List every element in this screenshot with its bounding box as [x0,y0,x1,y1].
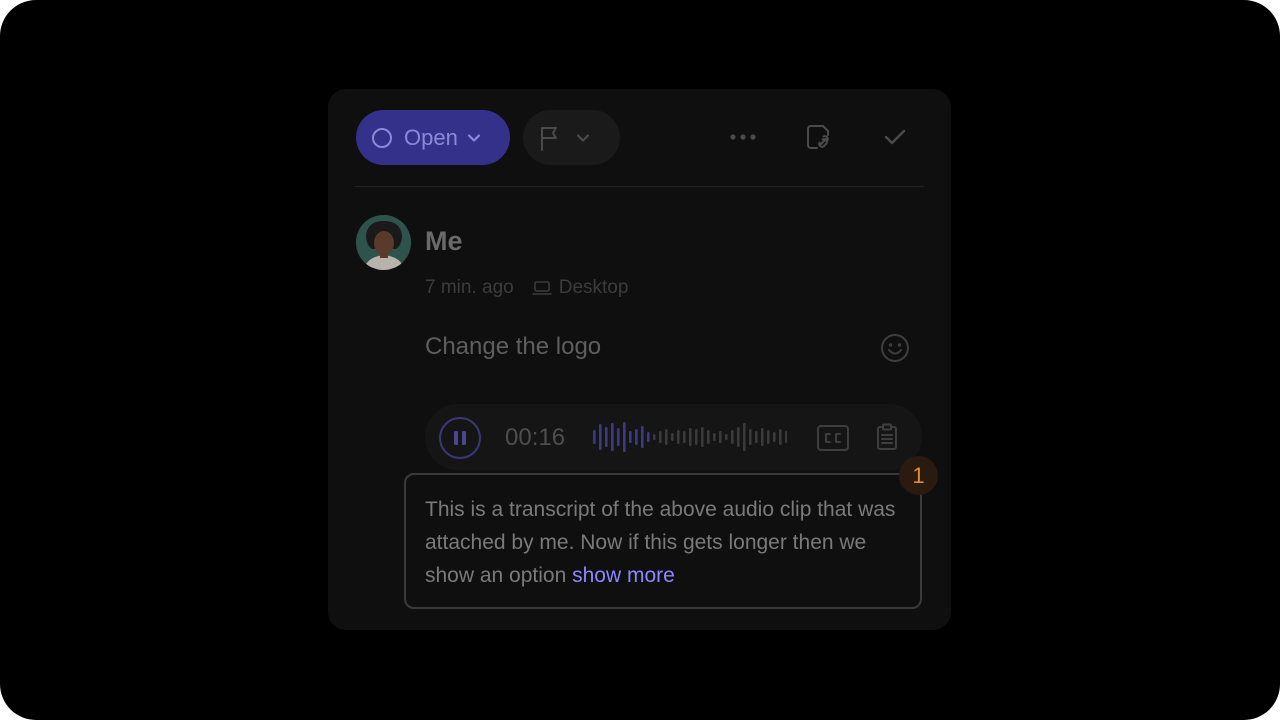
closed-captions-icon[interactable] [817,425,849,451]
waveform-bar [719,431,722,443]
waveform-bar [623,422,626,452]
avatar [356,215,411,270]
more-icon [730,134,756,140]
waveform-bar [695,429,698,445]
waveform-bar [593,430,596,444]
show-more-link[interactable]: show more [572,564,675,587]
waveform-bar [773,432,776,442]
circle-icon [372,127,392,148]
annotation-badge: 1 [899,456,938,495]
waveform-bar [641,426,644,448]
waveform-bar [599,424,602,450]
screen: Open Me 7 min. ago Desktop Change the lo… [0,0,1280,720]
waveform-bar [677,430,680,444]
priority-dropdown-button[interactable] [523,110,620,165]
comment-message: Change the logo [425,333,602,360]
audio-time: 00:16 [505,424,566,451]
waveform-bar [653,434,656,440]
more-options-button[interactable] [725,119,761,155]
transcript-box: This is a transcript of the above audio … [404,473,922,609]
audio-player: 00:16 [425,404,922,470]
waveform[interactable] [591,418,787,456]
waveform-bar [731,430,734,444]
waveform-bar [611,423,614,451]
comment-time: 7 min. ago [425,277,514,298]
waveform-bar [761,428,764,446]
pause-icon [452,431,468,445]
waveform-bar [779,429,782,445]
waveform-bar [755,431,758,443]
waveform-bar [629,431,632,443]
waveform-bar [689,428,692,446]
emoji-reaction-icon[interactable] [879,332,911,364]
chevron-down-icon [576,133,590,142]
chevron-down-icon [467,133,480,142]
user-avatar-image [356,215,411,270]
waveform-bar [647,432,650,442]
waveform-bar [785,431,787,443]
waveform-bar [713,433,716,441]
comment-device: Desktop [531,277,629,299]
attach-link-button[interactable] [801,119,837,155]
waveform-bar [701,427,704,447]
resolve-button[interactable] [877,119,913,155]
pause-button[interactable] [439,417,481,459]
waveform-bar [767,430,770,444]
waveform-bar [617,428,620,446]
laptop-icon [531,281,552,295]
flag-icon [541,126,557,151]
waveform-bar [737,427,740,447]
toolbar-divider [355,186,924,187]
link-document-icon [807,125,829,149]
waveform-bar [707,430,710,444]
waveform-bar [605,427,608,447]
waveform-bar [749,429,752,445]
status-label: Open [404,124,458,150]
waveform-bar [665,429,668,445]
task-comment-card: Open Me 7 min. ago Desktop Change the lo… [328,89,951,630]
waveform-bar [743,423,746,451]
waveform-bar [635,429,638,445]
waveform-bar [725,434,728,440]
toolbar: Open [328,89,951,187]
clipboard-icon[interactable] [876,423,898,451]
waveform-bar [671,433,674,441]
checkmark-icon [884,129,906,145]
device-label: Desktop [558,277,629,298]
comment-author: Me [425,226,463,256]
waveform-bar [683,431,686,443]
status-dropdown-button[interactable]: Open [356,110,510,165]
comment-meta: 7 min. ago Desktop [425,277,628,299]
waveform-bar [659,431,662,443]
